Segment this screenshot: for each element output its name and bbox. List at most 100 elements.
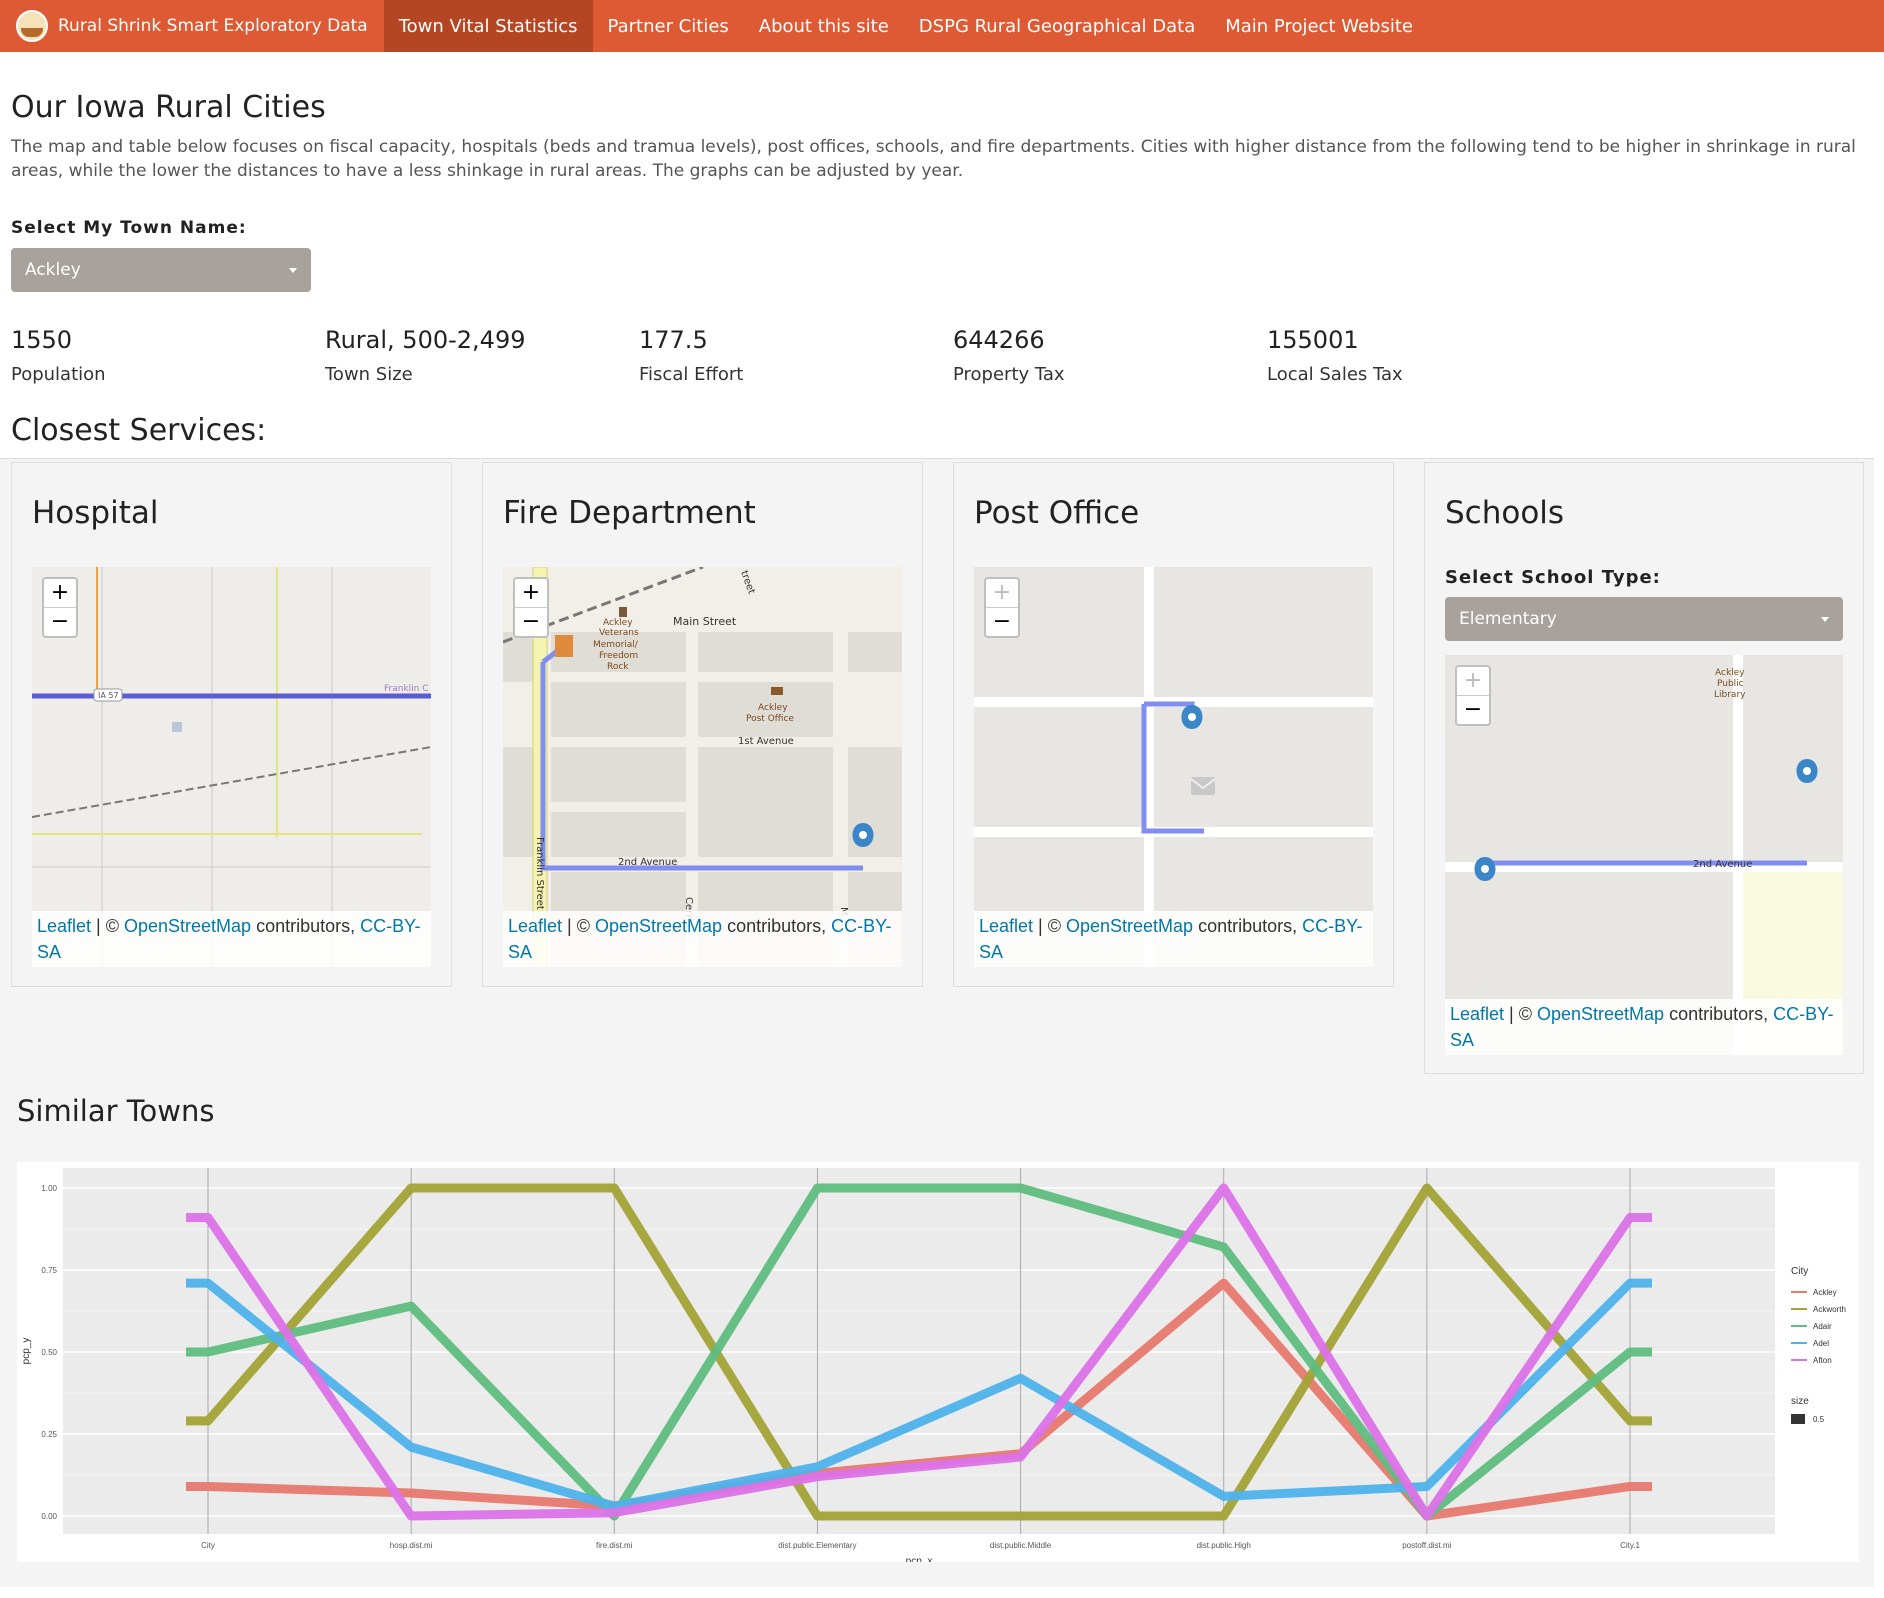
legend-item: Ackley: [1813, 1288, 1837, 1297]
y-tick-label: 0.50: [41, 1348, 57, 1357]
similar-towns-title: Similar Towns: [17, 1094, 215, 1128]
chevron-down-icon: [289, 267, 297, 273]
map-label-2nd-avenue: 2nd Avenue: [1693, 859, 1752, 870]
school-type-value: Elementary: [1459, 609, 1557, 629]
closest-services-title: Closest Services:: [11, 413, 267, 448]
hospital-card: Hospital IA 57 Franklin C + − Leaflet | …: [11, 462, 452, 987]
stat-town-size: Rural, 500-2,499 Town Size: [325, 326, 525, 385]
zoom-out-button[interactable]: −: [515, 607, 547, 636]
leaflet-link[interactable]: Leaflet: [1450, 1004, 1504, 1024]
map-attribution: Leaflet | © OpenStreetMap contributors, …: [974, 911, 1373, 967]
brand-link[interactable]: Rural Shrink Smart Exploratory Data: [0, 0, 384, 52]
schools-card: Schools Select School Type: Elementary 2…: [1424, 462, 1864, 1074]
hospital-map[interactable]: IA 57 Franklin C + − Leaflet | © OpenStr…: [32, 567, 431, 967]
post-office-card: Post Office + − Leaflet | © OpenStreetMa…: [953, 462, 1394, 987]
osm-link[interactable]: OpenStreetMap: [1537, 1004, 1664, 1024]
stat-value: 644266: [953, 326, 1045, 354]
zoom-out-button[interactable]: −: [44, 607, 76, 636]
map-label-ia57: IA 57: [98, 691, 119, 700]
school-type-label: Select School Type:: [1445, 567, 1661, 588]
x-axis-title: pcp_x: [906, 1556, 933, 1562]
schools-map[interactable]: 2nd Avenue Ackley Public Library + − Lea…: [1445, 655, 1843, 1055]
town-select-value: Ackley: [25, 260, 81, 280]
mail-icon: [1191, 777, 1215, 795]
legend-item: Ackworth: [1813, 1305, 1846, 1314]
map-label-ackley: Ackley: [603, 618, 633, 628]
post-office-title: Post Office: [974, 495, 1140, 531]
y-tick-label: 0.00: [41, 1512, 57, 1521]
nav-about-site[interactable]: About this site: [744, 0, 904, 52]
y-axis-title: pcp_y: [21, 1338, 32, 1365]
y-tick-label: 0.25: [41, 1430, 57, 1439]
osm-link[interactable]: OpenStreetMap: [1066, 916, 1193, 936]
map-label-franklin: Franklin C: [384, 684, 429, 694]
x-tick-label: hosp.dist.mi: [390, 1541, 433, 1550]
map-attribution: Leaflet | © OpenStreetMap contributors, …: [32, 911, 431, 967]
school-type-select[interactable]: Elementary: [1445, 597, 1843, 641]
stat-value: Rural, 500-2,499: [325, 326, 526, 354]
attribution-contrib: contributors,: [251, 916, 361, 936]
x-tick-label: postoff.dist.mi: [1402, 1541, 1451, 1550]
attribution-sep: | ©: [562, 916, 595, 936]
map-label-1st-avenue: 1st Avenue: [738, 736, 794, 747]
map-label-main-street: Main Street: [673, 615, 737, 628]
brand-logo-icon: [16, 10, 48, 42]
map-label-memorial: Memorial/: [593, 640, 639, 650]
fire-department-title: Fire Department: [503, 495, 756, 531]
zoom-out-button[interactable]: −: [986, 607, 1018, 636]
zoom-in-button[interactable]: +: [515, 579, 547, 607]
osm-link[interactable]: OpenStreetMap: [124, 916, 251, 936]
zoom-in-button[interactable]: +: [1457, 667, 1489, 695]
nav-dspg-geographical-data[interactable]: DSPG Rural Geographical Data: [904, 0, 1210, 52]
stat-value: 1550: [11, 326, 73, 354]
attribution-contrib: contributors,: [722, 916, 832, 936]
nav-partner-cities[interactable]: Partner Cities: [593, 0, 744, 52]
fire-zoom-control: + −: [513, 577, 549, 638]
stat-value: 177.5: [639, 326, 708, 354]
zoom-in-button[interactable]: +: [986, 579, 1018, 607]
leaflet-link[interactable]: Leaflet: [508, 916, 562, 936]
map-label-library: Library: [1714, 690, 1746, 700]
page-title: Our Iowa Rural Cities: [11, 90, 326, 125]
nav-town-vital-statistics[interactable]: Town Vital Statistics: [383, 0, 593, 52]
attribution-sep: | ©: [91, 916, 124, 936]
attribution-contrib: contributors,: [1193, 916, 1303, 936]
map-attribution: Leaflet | © OpenStreetMap contributors, …: [1445, 999, 1843, 1055]
stat-label: Local Sales Tax: [1267, 364, 1403, 385]
x-tick-label: fire.dist.mi: [596, 1541, 633, 1550]
schools-map-tiles: 2nd Avenue Ackley Public Library: [1445, 655, 1843, 1055]
nav-main-project-website[interactable]: Main Project Website: [1210, 0, 1428, 52]
town-select[interactable]: Ackley: [11, 248, 311, 292]
fire-department-card: Fire Department Main Street Ackley Veter…: [482, 462, 923, 987]
x-tick-label: City: [201, 1541, 215, 1550]
top-navbar: Rural Shrink Smart Exploratory Data Town…: [0, 0, 1884, 52]
plot-panel: [63, 1168, 1775, 1534]
map-label-rock: Rock: [607, 662, 629, 672]
osm-link[interactable]: OpenStreetMap: [595, 916, 722, 936]
post-office-map[interactable]: + − Leaflet | © OpenStreetMap contributo…: [974, 567, 1373, 967]
zoom-out-button[interactable]: −: [1457, 695, 1489, 724]
x-tick-label: dist.public.Middle: [990, 1541, 1052, 1550]
stat-label: Property Tax: [953, 364, 1065, 385]
leaflet-link[interactable]: Leaflet: [979, 916, 1033, 936]
parallel-coordinates-chart: 0.00 0.25 0.50 0.75 1.00 City hosp.dist.mi fire…: [21, 1168, 1846, 1567]
leaflet-link[interactable]: Leaflet: [37, 916, 91, 936]
size-legend-title: size: [1791, 1396, 1809, 1407]
stat-label: Population: [11, 364, 106, 385]
legend-title: City: [1791, 1266, 1808, 1277]
fire-department-map[interactable]: Main Street Ackley Veterans Memorial/ Fr…: [503, 567, 902, 967]
schools-title: Schools: [1445, 495, 1565, 531]
stat-property-tax: 644266 Property Tax: [953, 326, 1065, 385]
x-tick-label: City.1: [1620, 1541, 1640, 1550]
legend-item: Afton: [1813, 1356, 1832, 1365]
stat-local-sales-tax: 155001 Local Sales Tax: [1267, 326, 1403, 385]
brand-title: Rural Shrink Smart Exploratory Data: [58, 16, 368, 36]
map-label-ackley-po: Ackley: [758, 703, 788, 713]
zoom-in-button[interactable]: +: [44, 579, 76, 607]
map-label-2nd-avenue: 2nd Avenue: [618, 857, 677, 868]
y-tick-label: 1.00: [41, 1184, 57, 1193]
town-select-label: Select My Town Name:: [11, 218, 247, 238]
map-label-veterans: Veterans: [599, 628, 639, 638]
attribution-sep: | ©: [1504, 1004, 1537, 1024]
similar-towns-chart-container: 0.00 0.25 0.50 0.75 1.00 City hosp.dist.mi fire…: [17, 1162, 1859, 1567]
